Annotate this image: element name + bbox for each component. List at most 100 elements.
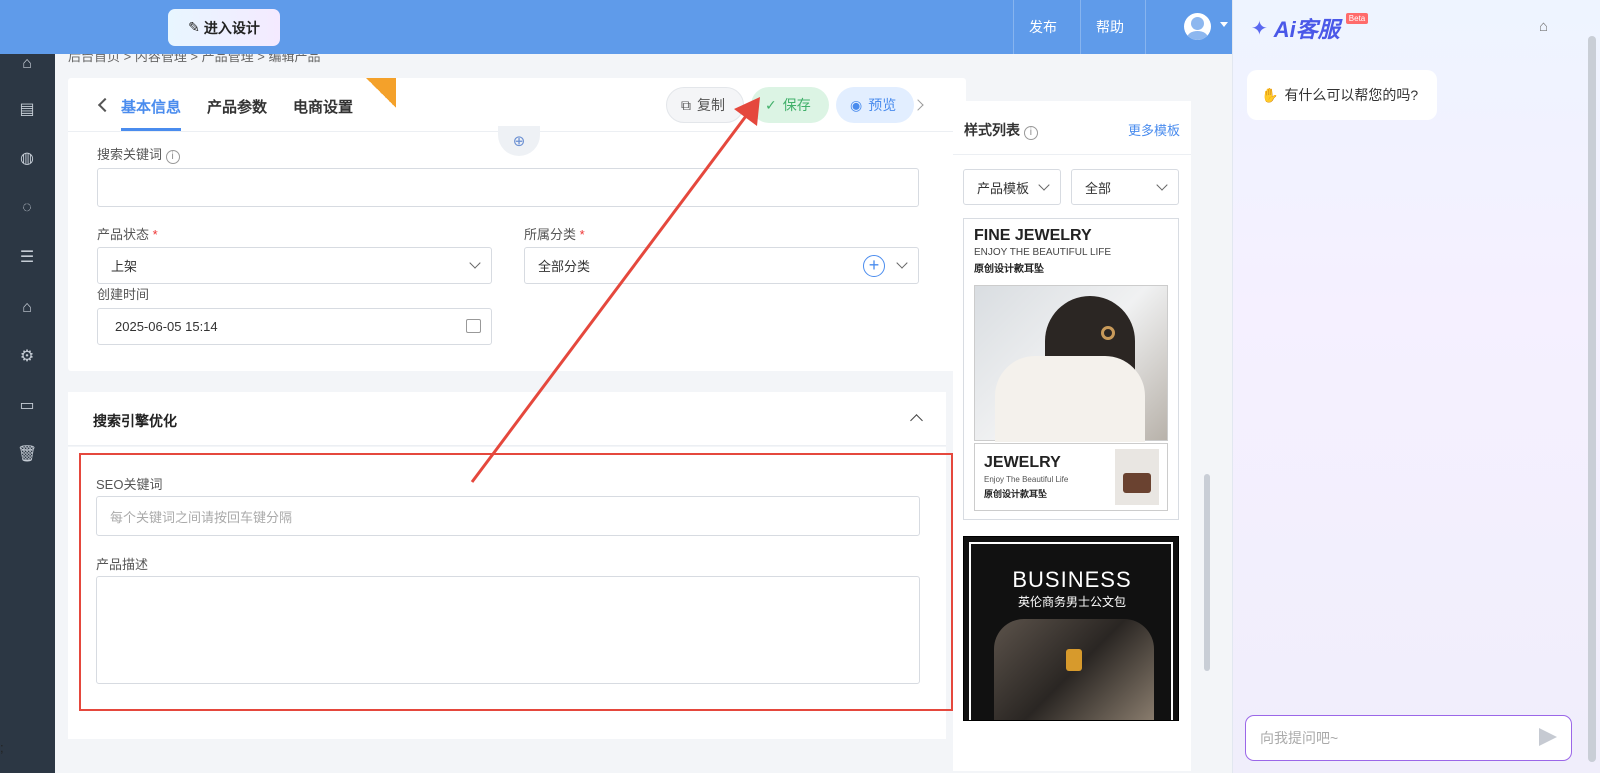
template-cn-text: 原创设计款耳坠	[974, 264, 1044, 275]
model-photo	[974, 285, 1168, 442]
product-status-value: 上架	[111, 259, 138, 274]
settings-icon[interactable]: ⚙	[17, 347, 37, 367]
preview-label: 预览	[868, 97, 897, 113]
chevron-down-icon	[469, 257, 481, 269]
bottle-shape	[1066, 649, 1082, 671]
save-label: 保存	[782, 97, 811, 113]
template-cn-text-2: 原创设计款耳坠	[984, 489, 1048, 499]
enter-design-button[interactable]: ✎ 进入设计	[168, 9, 280, 46]
trash-icon[interactable]: 🗑	[17, 445, 37, 465]
enter-design-label: 进入设计	[203, 19, 260, 36]
main-scrollbar[interactable]	[1204, 474, 1210, 671]
template-filter-select[interactable]: 全部	[1071, 169, 1179, 205]
search-keywords-label: 搜索关键词 i	[97, 144, 180, 164]
template-cn-text: 英伦商务男士公文包	[1017, 595, 1126, 609]
tab-basic-info[interactable]: 基本信息	[121, 96, 181, 117]
add-category-icon[interactable]: +	[863, 255, 885, 277]
copy-button[interactable]: ⧉ 复制	[666, 87, 744, 123]
search-keywords-input[interactable]	[97, 168, 919, 207]
tab-bar: 基本信息 产品参数 电商设置 ⧉ 复制 ✓ 保存 ◉ 预览 ⊕	[68, 78, 966, 156]
terminal-icon[interactable]: ▭	[17, 396, 37, 416]
seo-section-title: 搜索引擎优化	[93, 413, 177, 429]
created-time-value: 2025-06-05 15:14	[115, 319, 218, 334]
chat-brand-name: Ai客服	[1273, 17, 1340, 42]
tab-ecommerce[interactable]: 电商设置	[293, 96, 353, 117]
chevron-right-icon[interactable]	[912, 99, 924, 111]
chat-scrollbar[interactable]	[1588, 36, 1596, 762]
lock-corner-badge	[366, 78, 396, 108]
style-list-title: 样式列表 i	[964, 120, 1038, 140]
chevron-down-icon	[896, 257, 908, 269]
preview-button[interactable]: ◉ 预览	[836, 87, 914, 123]
sparkle-icon: ✦	[1251, 17, 1268, 40]
template-filter-value: 全部	[1085, 180, 1112, 196]
help-link[interactable]: 帮助	[1096, 0, 1124, 54]
category-label: 所属分类 *	[524, 227, 585, 242]
template-title: FINE JEWELRY	[974, 227, 1092, 244]
category-select[interactable]: 全部分类 +	[524, 247, 919, 284]
template-card-jewelry[interactable]: FINE JEWELRY ENJOY THE BEAUTIFUL LIFE 原创…	[963, 218, 1179, 520]
shop-bag-icon[interactable]: ⌂	[17, 298, 37, 318]
info-icon: i	[1023, 126, 1038, 140]
globe-icon: ⊕	[512, 133, 526, 150]
divider	[953, 154, 1191, 155]
sidebar: ⌂ ▤ ◍ ◌ ☰ ⌂ ⚙ ▭ 🗑	[0, 54, 55, 773]
created-time-label: 创建时间	[97, 287, 150, 302]
globe-icon[interactable]: ◍	[17, 149, 37, 169]
home-icon[interactable]: ⌂	[17, 54, 37, 74]
seo-section-header[interactable]: 搜索引擎优化	[68, 392, 946, 446]
caret-down-icon[interactable]	[1220, 22, 1228, 27]
check-circle-icon: ✓	[765, 96, 777, 113]
divider	[1080, 0, 1081, 54]
chevron-down-icon	[1156, 179, 1168, 191]
style-list-panel: 样式列表 i 更多模板 产品模板 全部 FINE JEWELRY ENJOY T…	[953, 101, 1191, 771]
product-status-label: 产品状态 *	[97, 227, 158, 242]
greeting-text: 有什么可以帮您的吗?	[1284, 87, 1419, 103]
info-icon: i	[165, 150, 180, 164]
pages-icon[interactable]: ▤	[17, 100, 37, 120]
template-type-select[interactable]: 产品模板	[963, 169, 1061, 205]
breadcrumb: 后台首页 > 内容管理 > 产品管理 > 编辑产品	[68, 54, 321, 64]
save-button[interactable]: ✓ 保存	[751, 87, 829, 123]
created-time-input[interactable]: 2025-06-05 15:14	[97, 308, 492, 345]
chat-input[interactable]: 向我提问吧~	[1245, 715, 1572, 761]
category-value: 全部分类	[538, 259, 591, 274]
copy-icon: ⧉	[681, 96, 691, 113]
more-templates-link[interactable]: 更多模板	[1128, 120, 1180, 139]
clear-chat-icon[interactable]: ⌂	[1539, 18, 1548, 35]
chat-icon[interactable]: ◌	[17, 198, 37, 218]
beta-badge: Beta	[1345, 12, 1369, 24]
copy-label: 复制	[697, 97, 725, 113]
tab-active-indicator	[121, 128, 181, 131]
jewelry-box-photo	[1115, 449, 1159, 505]
collapse-chevron-icon[interactable]	[910, 414, 923, 427]
main-content: 后台首页 > 内容管理 > 产品管理 > 编辑产品 基本信息 产品参数 电商设置…	[55, 54, 1232, 773]
send-icon[interactable]	[1539, 728, 1557, 746]
back-icon[interactable]	[97, 97, 113, 113]
template-subtitle: ENJOY THE BEAUTIFUL LIFE	[974, 247, 1112, 258]
chevron-down-icon	[1038, 179, 1050, 191]
divider	[1013, 0, 1014, 54]
calendar-icon[interactable]	[466, 319, 481, 333]
sweater-shape	[995, 356, 1145, 442]
divider	[1145, 0, 1146, 54]
list-icon[interactable]: ☰	[17, 248, 37, 268]
product-status-select[interactable]: 上架	[97, 247, 492, 284]
greeting-bubble: ✋ 有什么可以帮您的吗?	[1247, 70, 1437, 120]
publish-link[interactable]: 发布	[1029, 0, 1057, 54]
tab-product-params[interactable]: 产品参数	[207, 96, 267, 117]
earring-shape	[1101, 326, 1115, 340]
basic-info-card: 基本信息 产品参数 电商设置 ⧉ 复制 ✓ 保存 ◉ 预览 ⊕ 搜索关键词 i 产品状…	[68, 78, 966, 371]
highlight-frame	[79, 453, 953, 711]
top-bar: ✎ 进入设计 发布 帮助	[0, 0, 1232, 54]
suit-photo	[994, 619, 1154, 720]
chat-input-placeholder: 向我提问吧~	[1260, 730, 1339, 746]
user-avatar[interactable]	[1184, 13, 1211, 40]
template-type-value: 产品模板	[977, 180, 1030, 196]
template-bottom-band: JEWELRY Enjoy The Beautiful Life 原创设计款耳坠	[974, 443, 1168, 511]
template-subtitle-2: Enjoy The Beautiful Life	[984, 475, 1069, 484]
template-card-business[interactable]: BUSINESS 英伦商务男士公文包	[963, 536, 1179, 721]
eye-icon: ◉	[850, 96, 863, 113]
language-globe-button[interactable]: ⊕	[498, 126, 540, 156]
edit-icon: ✎	[188, 19, 200, 35]
